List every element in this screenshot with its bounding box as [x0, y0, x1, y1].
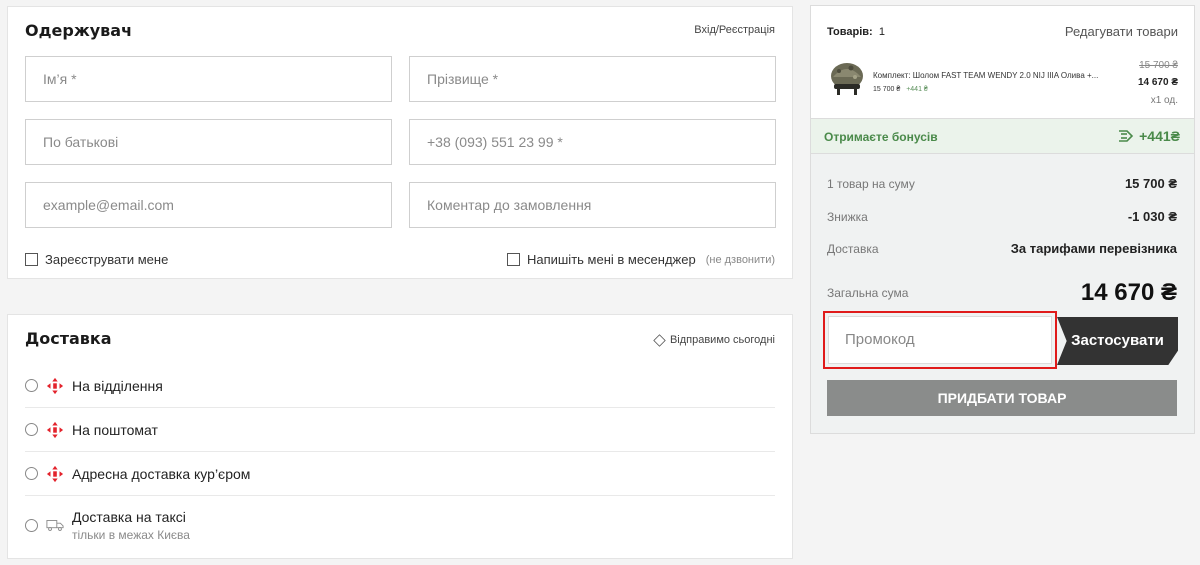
shipping-value: За тарифами перевізника — [1010, 241, 1177, 256]
delivery-option-text: Доставка на таксі тільки в межах Києва — [72, 509, 190, 542]
delivery-option-sublabel: тільки в межах Києва — [72, 527, 190, 542]
messenger-checkbox-row[interactable]: Напишіть мені в месенджер (не дзвонити) — [506, 252, 775, 267]
delivery-option-label: Доставка на таксі — [72, 508, 186, 525]
register-checkbox[interactable] — [25, 253, 38, 266]
total-row: Загальна сума 14 670 ₴ — [827, 279, 1177, 307]
comment-input[interactable]: Коментар до замовлення — [409, 182, 776, 228]
delivery-option-label: На поштомат — [72, 421, 158, 438]
helmet-image[interactable] — [827, 59, 867, 97]
nova-poshta-icon — [46, 377, 64, 394]
radio-button[interactable] — [25, 518, 38, 532]
product-old-price: 15 700 ₴ — [1139, 60, 1178, 71]
first-name-input[interactable]: Ім’я * — [25, 56, 392, 102]
messenger-checkbox[interactable] — [506, 253, 520, 266]
delivery-title: Доставка — [25, 329, 112, 348]
total-label: Загальна сума — [827, 286, 909, 300]
product-mini-price: 15 700 ₴ — [873, 86, 901, 93]
delivery-option-label: Адресна доставка кур’єром — [72, 465, 251, 482]
bonus-value-group: +441₴ — [1118, 128, 1180, 144]
ship-today-note: Відправимо сьогодні — [653, 333, 775, 347]
recipient-title: Одержувач — [25, 21, 133, 40]
recipient-card: Одержувач Вхід/Реєстрація Ім’я * Прізвищ… — [7, 6, 793, 279]
messenger-label: Напишіть мені в месенджер — [526, 252, 696, 267]
delivery-option-taxi[interactable]: Доставка на таксі тільки в межах Києва — [25, 500, 775, 550]
product-name[interactable]: Комплект: Шолом FAST TEAM WENDY 2.0 NIJ … — [873, 71, 1098, 80]
radio-button[interactable] — [25, 467, 38, 480]
box-icon — [653, 333, 666, 347]
messenger-note: (не дзвонити) — [705, 253, 775, 266]
bonus-value: +441₴ — [1139, 128, 1180, 144]
apply-promo-button[interactable]: Застосувати — [1057, 317, 1178, 365]
product-new-price: 14 670 ₴ — [1137, 77, 1178, 88]
shipping-label: Доставка — [827, 241, 879, 256]
nova-poshta-icon — [46, 465, 64, 482]
register-checkbox-row[interactable]: Зареєструвати мене — [25, 252, 168, 267]
shipping-row: Доставка За тарифами перевізника — [827, 241, 1177, 256]
patronymic-input[interactable]: По батькові — [25, 119, 392, 165]
login-register-link[interactable]: Вхід/Реєстрація — [694, 24, 775, 36]
discount-value: -1 030 ₴ — [1127, 209, 1177, 224]
bonus-bar: Отримаєте бонусів +441₴ — [811, 119, 1194, 154]
phone-input[interactable]: +38 (093) 551 23 99 * — [409, 119, 776, 165]
truck-icon — [46, 520, 64, 531]
edit-items-link[interactable]: Редагувати товари — [1065, 24, 1178, 39]
ship-today-label: Відправимо сьогодні — [669, 334, 775, 346]
promo-code-input[interactable]: Промокод — [828, 316, 1052, 364]
items-sum-label: 1 товар на суму — [827, 176, 915, 191]
email-input[interactable]: example@email.com — [25, 182, 392, 228]
discount-row: Знижка -1 030 ₴ — [827, 209, 1177, 224]
delivery-option-label: На відділення — [72, 377, 163, 394]
discount-label: Знижка — [827, 209, 868, 224]
product-quantity: x1 од. — [1150, 95, 1178, 106]
items-sum-row: 1 товар на суму 15 700 ₴ — [827, 176, 1177, 191]
product-mini-bonus: +441 ₴ — [906, 86, 928, 93]
total-value: 14 670 ₴ — [1080, 279, 1177, 306]
product-mini-prices: 15 700 ₴ +441 ₴ — [873, 86, 928, 93]
delivery-option-courier[interactable]: Адресна доставка кур’єром — [25, 452, 775, 496]
promo-highlight-frame: Промокод — [823, 311, 1057, 369]
cart-count: Товарів: 1 — [827, 26, 885, 38]
cart-count-label: Товарів: — [827, 26, 873, 38]
radio-button[interactable] — [25, 379, 38, 392]
buy-button[interactable]: ПРИДБАТИ ТОВАР — [827, 380, 1177, 416]
last-name-input[interactable]: Прізвище * — [409, 56, 776, 102]
delivery-option-branch[interactable]: На відділення — [25, 364, 775, 408]
delivery-option-parcel-locker[interactable]: На поштомат — [25, 408, 775, 452]
cart-count-value: 1 — [878, 26, 885, 38]
radio-button[interactable] — [25, 423, 38, 436]
cart-items-section: Товарів: 1 Редагувати товари Комплект: Ш… — [811, 6, 1194, 119]
bonus-icon — [1119, 130, 1134, 142]
nova-poshta-icon — [46, 421, 64, 438]
register-label: Зареєструвати мене — [45, 252, 169, 267]
delivery-card: Доставка Відправимо сьогодні На відділен… — [7, 314, 793, 559]
bonus-label: Отримаєте бонусів — [824, 130, 938, 144]
items-sum-value: 15 700 ₴ — [1124, 176, 1177, 191]
cart-panel: Товарів: 1 Редагувати товари Комплект: Ш… — [810, 5, 1195, 434]
